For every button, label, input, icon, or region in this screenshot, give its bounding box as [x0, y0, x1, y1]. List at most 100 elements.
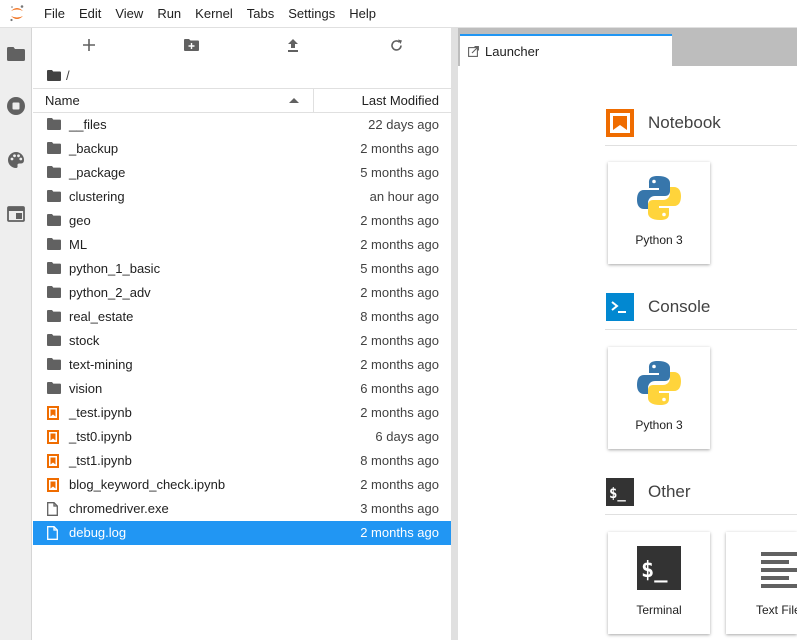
- card-label: Terminal: [636, 603, 682, 617]
- file-name: _test.ipynb: [69, 405, 132, 420]
- column-header-last-modified[interactable]: Last Modified: [315, 89, 451, 112]
- running-sessions-icon[interactable]: [0, 90, 32, 122]
- file-row[interactable]: _test.ipynb 2 months ago: [33, 401, 451, 425]
- file-row[interactable]: clustering an hour ago: [33, 185, 451, 209]
- file-row[interactable]: text-mining 2 months ago: [33, 353, 451, 377]
- palette-icon[interactable]: [0, 144, 32, 176]
- file-row[interactable]: python_2_adv 2 months ago: [33, 281, 451, 305]
- menu-run[interactable]: Run: [150, 0, 188, 28]
- file-last-modified: 2 months ago: [360, 237, 439, 252]
- launcher-card-text-file[interactable]: Text File: [726, 532, 797, 634]
- new-folder-button[interactable]: [181, 36, 201, 54]
- card-label: Python 3: [635, 418, 683, 432]
- menu-tabs[interactable]: Tabs: [240, 0, 281, 28]
- folder-icon: [47, 118, 63, 132]
- plus-icon: [83, 39, 95, 51]
- section-notebook: Notebook: [606, 103, 721, 143]
- file-name: text-mining: [69, 357, 133, 372]
- menu-kernel[interactable]: Kernel: [188, 0, 240, 28]
- menu-file[interactable]: File: [37, 0, 72, 28]
- section-console: Console: [606, 287, 710, 327]
- menu-help[interactable]: Help: [342, 0, 383, 28]
- launcher-card-console-python3[interactable]: Python 3: [608, 347, 710, 449]
- file-row[interactable]: python_1_basic 5 months ago: [33, 257, 451, 281]
- notebook-file-icon: [47, 478, 63, 492]
- file-browser-tab-icon[interactable]: [0, 38, 32, 70]
- file-list: __files 22 days ago _backup 2 months ago _pa…: [33, 113, 451, 545]
- file-name: python_2_adv: [69, 285, 151, 300]
- notebook-file-icon: [47, 406, 63, 420]
- file-row[interactable]: real_estate 8 months ago: [33, 305, 451, 329]
- python-icon: [633, 172, 685, 224]
- file-row[interactable]: vision 6 months ago: [33, 377, 451, 401]
- notebook-file-icon: [47, 454, 63, 468]
- file-name: chromedriver.exe: [69, 501, 169, 516]
- terminal-icon: $_: [633, 542, 685, 594]
- file-row[interactable]: blog_keyword_check.ipynb 2 months ago: [33, 473, 451, 497]
- file-last-modified: 2 months ago: [360, 333, 439, 348]
- home-folder-icon[interactable]: [47, 69, 61, 81]
- file-row[interactable]: _tst1.ipynb 8 months ago: [33, 449, 451, 473]
- file-name: vision: [69, 381, 103, 396]
- file-name: debug.log: [69, 525, 127, 540]
- file-row[interactable]: __files 22 days ago: [33, 113, 451, 137]
- new-folder-icon: [183, 39, 199, 51]
- file-name: stock: [69, 333, 100, 348]
- file-last-modified: 2 months ago: [360, 213, 439, 228]
- tab-launcher[interactable]: Launcher: [460, 34, 672, 66]
- launcher-tab-icon: [468, 45, 479, 57]
- folder-icon: [47, 142, 63, 156]
- file-row[interactable]: stock 2 months ago: [33, 329, 451, 353]
- new-launcher-button[interactable]: [79, 36, 99, 54]
- file-last-modified: 2 months ago: [360, 525, 439, 540]
- folder-icon: [47, 310, 63, 324]
- file-row[interactable]: geo 2 months ago: [33, 209, 451, 233]
- file-last-modified: 5 months ago: [360, 261, 439, 276]
- card-label: Text File: [756, 603, 797, 617]
- folder-icon: [47, 214, 63, 228]
- file-name: _tst1.ipynb: [69, 453, 132, 468]
- file-row[interactable]: _tst0.ipynb 6 days ago: [33, 425, 451, 449]
- file-last-modified: 5 months ago: [360, 165, 439, 180]
- file-name: real_estate: [69, 309, 134, 324]
- folder-icon: [47, 382, 63, 396]
- file-last-modified: 6 days ago: [375, 429, 439, 444]
- section-divider: [605, 514, 797, 515]
- file-row[interactable]: ML 2 months ago: [33, 233, 451, 257]
- file-last-modified: 6 months ago: [360, 381, 439, 396]
- upload-button[interactable]: [283, 36, 303, 54]
- file-last-modified: 3 months ago: [360, 501, 439, 516]
- section-title-console: Console: [648, 297, 711, 316]
- file-name: __files: [69, 117, 107, 132]
- menu-edit[interactable]: Edit: [72, 0, 108, 28]
- tab-launcher-label: Launcher: [485, 43, 540, 59]
- activity-bar: [0, 28, 32, 640]
- file-row[interactable]: chromedriver.exe 3 months ago: [33, 497, 451, 521]
- jupyter-logo-icon: [0, 0, 34, 28]
- folder-icon: [47, 358, 63, 372]
- file-last-modified: 2 months ago: [360, 405, 439, 420]
- folder-icon: [47, 238, 63, 252]
- launcher-card-notebook-python3[interactable]: Python 3: [608, 162, 710, 264]
- panel-splitter[interactable]: [451, 28, 458, 640]
- file-row[interactable]: debug.log 2 months ago: [33, 521, 451, 545]
- file-row[interactable]: _package 5 months ago: [33, 161, 451, 185]
- menu-settings[interactable]: Settings: [281, 0, 342, 28]
- breadcrumb-root[interactable]: /: [66, 68, 70, 83]
- folder-icon: [47, 286, 63, 300]
- tabs-icon[interactable]: [0, 198, 32, 230]
- file-icon: [47, 502, 63, 516]
- file-name: geo: [69, 213, 91, 228]
- column-header-name[interactable]: Name: [33, 89, 314, 112]
- section-title-other: Other: [648, 482, 691, 501]
- file-last-modified: 8 months ago: [360, 453, 439, 468]
- file-row[interactable]: _backup 2 months ago: [33, 137, 451, 161]
- breadcrumb: /: [33, 62, 451, 88]
- file-last-modified: 2 months ago: [360, 285, 439, 300]
- tab-bar: Launcher: [458, 28, 797, 66]
- refresh-button[interactable]: [386, 36, 406, 54]
- python-icon: [633, 357, 685, 409]
- launcher-card-terminal[interactable]: $_ Terminal: [608, 532, 710, 634]
- menu-bar: File Edit View Run Kernel Tabs Settings …: [0, 0, 797, 28]
- menu-view[interactable]: View: [108, 0, 150, 28]
